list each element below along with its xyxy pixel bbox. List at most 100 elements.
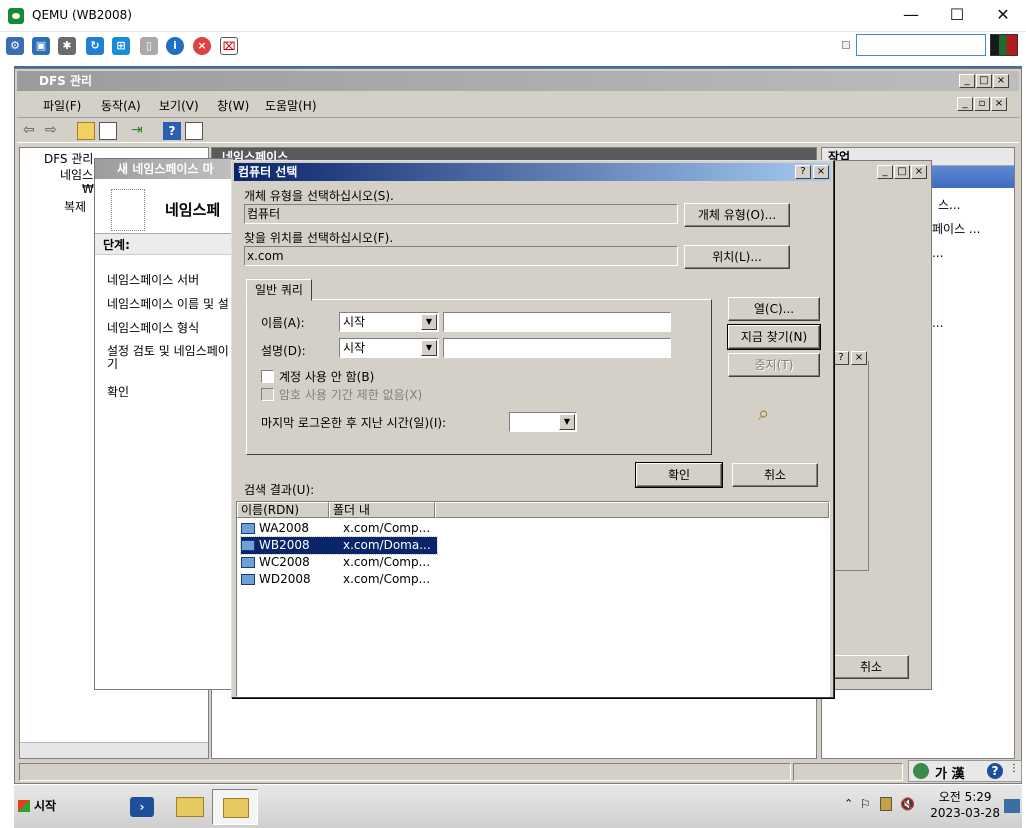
object-type-label: 개체 유형을 선택하십시오(S). bbox=[244, 189, 394, 203]
menu-action[interactable]: 동작(A) bbox=[101, 97, 141, 114]
tree-namespaces[interactable]: 네임스 bbox=[60, 166, 93, 183]
host-minimize-button[interactable]: — bbox=[888, 0, 934, 32]
export-list-icon[interactable]: ⇥ bbox=[131, 122, 149, 140]
show-hidden-icons-icon[interactable]: ⌃ bbox=[844, 797, 853, 810]
mmc-maximize-button[interactable]: □ bbox=[976, 74, 992, 88]
dialog-close-button[interactable]: × bbox=[813, 165, 829, 179]
explorer-taskbar-icon[interactable] bbox=[166, 789, 212, 825]
stop-icon[interactable]: × bbox=[193, 37, 211, 55]
keyboard-layout-icon[interactable] bbox=[990, 34, 1018, 56]
ime-globe-icon[interactable] bbox=[913, 763, 929, 779]
computer-icon bbox=[241, 574, 255, 585]
ok-button[interactable]: 확인 bbox=[635, 462, 723, 488]
background-dialog: _ □ × ? × 취소 bbox=[818, 160, 932, 690]
search-results-list[interactable]: 이름(RDN) 폴더 내 WA2008 x.com/Comp... WB2008… bbox=[236, 501, 830, 697]
result-name: WA2008 bbox=[259, 521, 309, 535]
fullscreen-icon[interactable]: ▣ bbox=[32, 37, 50, 55]
tree-namespace-child[interactable]: ₩ bbox=[82, 182, 94, 196]
clock[interactable]: 오전 5:29 2023-03-28 bbox=[930, 789, 1000, 821]
child-close-button[interactable]: × bbox=[991, 97, 1007, 111]
name-mode-select[interactable]: 시작 ▼ bbox=[339, 312, 439, 332]
name-input[interactable] bbox=[443, 312, 671, 332]
host-address-input[interactable] bbox=[856, 34, 986, 56]
tree-root-dfs[interactable]: DFS 관리 bbox=[44, 150, 93, 167]
bg-maximize-button[interactable]: □ bbox=[894, 165, 910, 179]
bg-close-button[interactable]: × bbox=[911, 165, 927, 179]
usb-icon[interactable]: ▯ bbox=[140, 37, 158, 55]
wizard-step-type: 네임스페이스 형식 bbox=[107, 321, 200, 335]
mmc-minimize-button[interactable]: _ bbox=[959, 74, 975, 88]
action-center-flag-icon[interactable]: ⚐ bbox=[860, 797, 871, 811]
volume-muted-icon[interactable]: 🔇 bbox=[900, 797, 915, 811]
cancel-button[interactable]: 취소 bbox=[732, 463, 818, 487]
ime-help-icon[interactable]: ? bbox=[987, 763, 1003, 779]
chevron-down-icon: ▼ bbox=[421, 314, 437, 330]
ime-mode-indicator[interactable]: 가 漢 bbox=[935, 763, 965, 782]
description-input[interactable] bbox=[443, 338, 671, 358]
host-maximize-button[interactable]: ☐ bbox=[934, 0, 980, 32]
mmc-menu-bar: 파일(F) 동작(A) 보기(V) 창(W) 도움말(H) _ ▫ × bbox=[17, 93, 1019, 115]
back-arrow-icon[interactable]: ⇦ bbox=[23, 122, 41, 140]
show-desktop-icon[interactable] bbox=[1004, 799, 1020, 813]
result-row-wb2008[interactable]: WB2008 x.com/Doma... bbox=[240, 536, 438, 555]
action-item-1[interactable]: 스... bbox=[938, 196, 960, 213]
mmc-toolbar: ⇦ ⇨ ⇥ ? bbox=[17, 117, 1019, 143]
tab-common-queries[interactable]: 일반 쿼리 bbox=[246, 279, 312, 301]
column-header-name[interactable]: 이름(RDN) bbox=[237, 502, 329, 518]
select-computer-dialog: 컴퓨터 선택 ? × 개체 유형을 선택하십시오(S). 컴퓨터 개체 유형(O… bbox=[231, 160, 834, 698]
info-icon[interactable]: i bbox=[166, 37, 184, 55]
refresh-icon[interactable]: ↻ bbox=[86, 37, 104, 55]
result-row-wc2008[interactable]: WC2008 x.com/Comp... bbox=[241, 554, 437, 571]
action-pane-icon[interactable] bbox=[185, 122, 203, 140]
server-manager-taskbar-icon[interactable] bbox=[70, 789, 116, 825]
object-types-button[interactable]: 개체 유형(O)... bbox=[684, 203, 790, 227]
action-item-2[interactable]: 페이스 ... bbox=[932, 220, 980, 237]
column-header-folder[interactable]: 폴더 내 bbox=[329, 502, 435, 518]
last-logon-label: 마지막 로그온한 후 지난 시간(일)(I): bbox=[261, 416, 447, 430]
locations-button[interactable]: 위치(L)... bbox=[684, 245, 790, 269]
bg-cancel-button[interactable]: 취소 bbox=[833, 655, 909, 679]
columns-button[interactable]: 열(C)... bbox=[728, 297, 820, 321]
dialog-help-button[interactable]: ? bbox=[795, 165, 811, 179]
host-close-button[interactable]: ✕ bbox=[980, 0, 1026, 32]
name-mode-value: 시작 bbox=[343, 315, 366, 329]
disabled-accounts-checkbox[interactable] bbox=[261, 370, 274, 383]
mmc-title-text: DFS 관리 bbox=[39, 74, 93, 88]
result-row-wa2008[interactable]: WA2008 x.com/Comp... bbox=[241, 520, 437, 537]
forward-arrow-icon[interactable]: ⇨ bbox=[45, 122, 63, 140]
last-logon-select[interactable]: ▼ bbox=[509, 412, 577, 432]
menu-view[interactable]: 보기(V) bbox=[159, 97, 199, 114]
menu-window[interactable]: 창(W) bbox=[217, 97, 249, 114]
help-icon[interactable]: ? bbox=[163, 122, 181, 140]
computer-icon bbox=[241, 540, 255, 551]
child-restore-button[interactable]: ▫ bbox=[974, 97, 990, 111]
network-icon[interactable]: ⚙ bbox=[6, 37, 24, 55]
description-label: 설명(D): bbox=[261, 344, 306, 358]
start-button[interactable]: 시작 bbox=[14, 795, 62, 819]
mmc-close-button[interactable]: × bbox=[993, 74, 1009, 88]
menu-help[interactable]: 도움말(H) bbox=[265, 97, 317, 114]
floppy-eject-icon[interactable]: ⌧ bbox=[220, 37, 238, 55]
tree-replication[interactable]: 복제 bbox=[64, 198, 86, 215]
bg-minimize-button[interactable]: _ bbox=[877, 165, 893, 179]
windows-logo-icon[interactable]: ⊞ bbox=[112, 37, 130, 55]
show-tree-icon[interactable] bbox=[99, 122, 117, 140]
clock-time: 오전 5:29 bbox=[938, 790, 992, 804]
settings-gear-icon[interactable]: ✱ bbox=[58, 37, 76, 55]
status-cell-main bbox=[19, 763, 791, 781]
stop-button: 중지(T) bbox=[728, 353, 820, 377]
network-tray-icon[interactable] bbox=[880, 797, 892, 811]
child-minimize-button[interactable]: _ bbox=[957, 97, 973, 111]
menu-file[interactable]: 파일(F) bbox=[43, 97, 81, 114]
action-item-4[interactable]: ... bbox=[932, 316, 943, 330]
new-namespace-wizard: 새 네임스페이스 마 네임스페 단계: 네임스페이스 서버 네임스페이스 이름 … bbox=[94, 158, 234, 690]
tree-horizontal-scrollbar[interactable] bbox=[20, 742, 208, 758]
dfs-management-taskbar-icon[interactable] bbox=[212, 789, 258, 825]
description-mode-select[interactable]: 시작 ▼ bbox=[339, 338, 439, 358]
find-now-button[interactable]: 지금 찾기(N) bbox=[727, 324, 821, 350]
powershell-taskbar-icon[interactable]: › bbox=[118, 789, 164, 825]
action-item-3[interactable]: ... bbox=[932, 246, 943, 260]
up-folder-icon[interactable] bbox=[77, 122, 95, 140]
result-row-wd2008[interactable]: WD2008 x.com/Comp... bbox=[241, 571, 437, 588]
ime-options-icon[interactable]: ⋮ bbox=[1009, 763, 1019, 774]
